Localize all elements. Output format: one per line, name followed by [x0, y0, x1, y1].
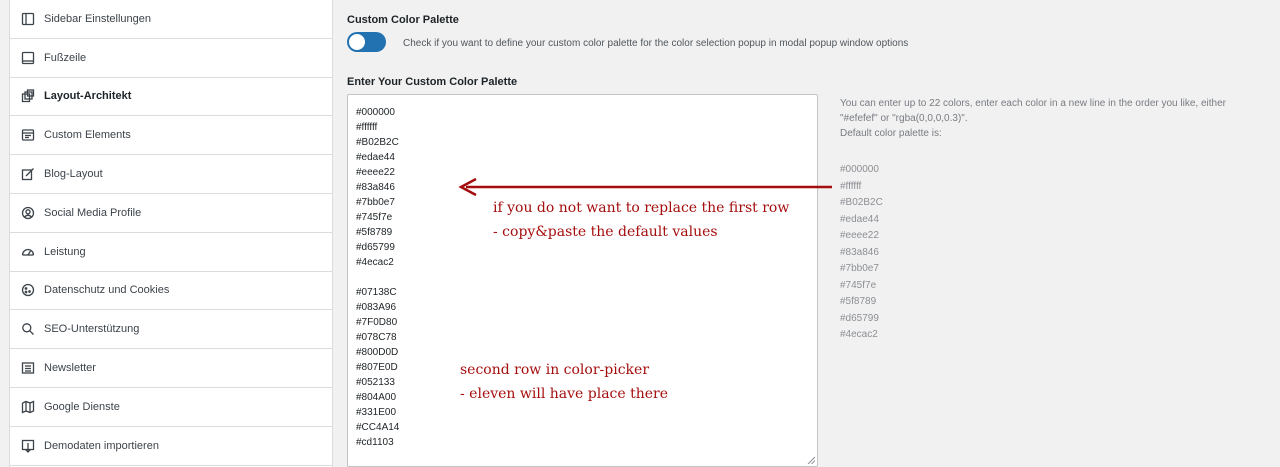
- sidebar-item-label: Social Media Profile: [44, 206, 142, 219]
- sidebar-item-label: Leistung: [44, 245, 86, 258]
- default-color: #d65799: [840, 312, 879, 324]
- palette-section-title: Custom Color Palette: [347, 14, 459, 26]
- edit-icon: [21, 167, 35, 181]
- cookie-icon: [21, 283, 35, 297]
- custom-palette-field-title: Enter Your Custom Color Palette: [347, 76, 518, 88]
- palette-color-line: #B02B2C: [356, 137, 399, 148]
- help-line: You can enter up to 22 colors, enter eac…: [840, 98, 1226, 109]
- map-icon: [21, 400, 35, 414]
- default-color: #B02B2C: [840, 197, 883, 208]
- palette-color-line: #CC4A14: [356, 422, 400, 433]
- default-color: #83a846: [840, 246, 879, 258]
- default-color: #5f8789: [840, 296, 877, 307]
- footer-icon: [21, 51, 35, 65]
- sidebar-item-layout-architekt[interactable]: Layout-Architekt: [10, 78, 332, 117]
- annotation-first-row: if you do not want to replace the first …: [493, 196, 789, 244]
- annotation-second-row: second row in color-picker - eleven will…: [460, 358, 668, 406]
- annotation-arrow: [458, 178, 832, 197]
- default-color: #000000: [840, 164, 879, 175]
- sidebar-item-blog-layout[interactable]: Blog-Layout: [10, 155, 332, 194]
- sidebar-item-label: Google Dienste: [44, 400, 120, 413]
- import-icon: [21, 439, 35, 453]
- help-line: "#efefef" or "rgba(0,0,0,0.3)".: [840, 113, 968, 124]
- sidebar-item-label: SEO-Unterstützung: [44, 323, 140, 336]
- palette-color-line: #000000: [356, 107, 395, 118]
- palette-color-line: #ffffff: [356, 122, 378, 133]
- resize-handle-icon[interactable]: [807, 456, 815, 464]
- help-line: Default color palette is:: [840, 128, 942, 139]
- sidebar-item-leistung[interactable]: Leistung: [10, 233, 332, 272]
- sidebar-item-demodaten-importieren[interactable]: Demodaten importieren: [10, 427, 332, 466]
- sidebar-item-sidebar-einstellungen[interactable]: Sidebar Einstellungen: [10, 0, 332, 39]
- search-icon: [21, 322, 35, 336]
- sidebar-item-label: Blog-Layout: [44, 168, 103, 181]
- default-color: #ffffff: [840, 180, 862, 192]
- default-color: #edae44: [840, 213, 879, 225]
- palette-color-line: #331E00: [356, 407, 397, 418]
- sidebar-item-datenschutz-und-cookies[interactable]: Datenschutz und Cookies: [10, 272, 332, 311]
- default-color: #7bb0e7: [840, 263, 879, 274]
- toggle-description: Check if you want to define your custom …: [403, 38, 909, 49]
- sidebar-item-label: Sidebar Einstellungen: [44, 12, 152, 25]
- sidebar-item-label: Demodaten importieren: [44, 439, 159, 452]
- default-palette-list: #000000 #ffffff #B02B2C #edae44 #eeee22 #83a8…: [840, 162, 883, 344]
- newsletter-icon: [21, 361, 35, 375]
- sidebar: Sidebar Einstellungen Fußzeile Layout-Arch…: [9, 0, 333, 467]
- elements-icon: [21, 128, 35, 142]
- custom-palette-toggle[interactable]: [347, 32, 386, 52]
- sidebar-item-google-dienste[interactable]: Google Dienste: [10, 388, 332, 427]
- default-color: #4ecac2: [840, 329, 878, 340]
- palette-color-line: #4ecac2: [356, 257, 394, 268]
- sidebar-item-label: Newsletter: [44, 362, 96, 375]
- palette-color-line: #083A96: [356, 302, 397, 313]
- toggle-knob: [349, 34, 365, 50]
- annotation-line: - copy&paste the default values: [493, 224, 718, 240]
- sidebar-item-newsletter[interactable]: Newsletter: [10, 349, 332, 388]
- annotation-line: if you do not want to replace the first …: [493, 200, 790, 216]
- sidebar-item-label: Layout-Architekt: [44, 90, 132, 103]
- sidebar-item-label: Fußzeile: [44, 51, 87, 64]
- sidebar-item-label: Datenschutz und Cookies: [44, 284, 170, 297]
- annotation-line: second row in color-picker: [460, 362, 650, 378]
- sidebar-item-label: Custom Elements: [44, 129, 131, 142]
- palette-color-line: #edae44: [356, 152, 395, 163]
- palette-color-line: #7F0D80: [356, 317, 398, 328]
- gauge-icon: [21, 245, 35, 259]
- sidebar-icon: [21, 12, 35, 26]
- palette-color-line: #cd1103: [356, 437, 394, 448]
- main-panel: Custom Color Palette Check if you want t…: [334, 0, 1280, 467]
- help-text: You can enter up to 22 colors, enter eac…: [840, 96, 1260, 141]
- sidebar-item-seo-unterstützung[interactable]: SEO-Unterstützung: [10, 310, 332, 350]
- custom-palette-textarea[interactable]: #000000 #ffffff #B02B2C #edae44 #eeee22 #83a8…: [347, 94, 818, 467]
- annotation-line: - eleven will have place there: [460, 386, 669, 402]
- default-color: #eeee22: [840, 230, 879, 241]
- default-color: #745f7e: [840, 279, 877, 291]
- sidebar-item-social-media-profile[interactable]: Social Media Profile: [10, 194, 332, 233]
- profile-icon: [21, 206, 35, 220]
- sidebar-item-fußzeile[interactable]: Fußzeile: [10, 39, 332, 78]
- palette-color-line: #07138C: [356, 287, 397, 298]
- palette-color-line: #078C78: [356, 332, 397, 343]
- layout-icon: [21, 89, 35, 103]
- sidebar-item-custom-elements[interactable]: Custom Elements: [10, 116, 332, 156]
